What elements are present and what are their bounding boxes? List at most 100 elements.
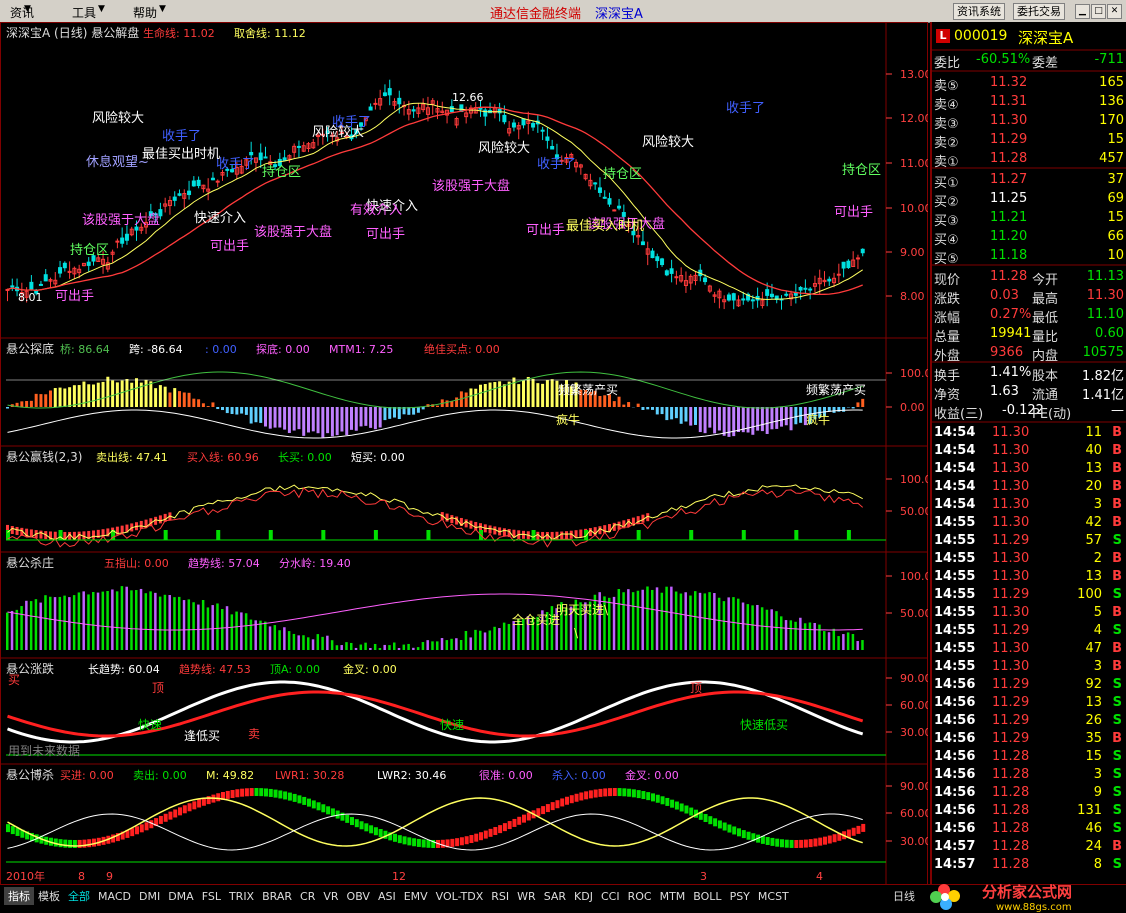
histogram-bar (312, 639, 315, 650)
histogram-bar (307, 637, 310, 650)
y-tick-label: 8.00 (900, 290, 925, 303)
signal-block (579, 530, 582, 538)
histogram-bar (613, 401, 616, 407)
histogram-bar (393, 643, 396, 650)
histogram-bar (231, 614, 234, 650)
histogram-bar (489, 630, 492, 650)
menu-help[interactable]: 帮助 (133, 4, 157, 21)
tab-dmi[interactable]: DMI (135, 889, 164, 904)
histogram-bar (82, 591, 85, 650)
candle (484, 110, 487, 116)
histogram-bar (383, 407, 386, 420)
tab-macd[interactable]: MACD (94, 889, 135, 904)
indicator-value: 长趋势: 60.04 (88, 663, 160, 676)
histogram-bar (742, 603, 745, 650)
signal-block (613, 788, 617, 796)
menu-tools[interactable]: 工具 (72, 4, 96, 21)
tab-vol-tdx[interactable]: VOL-TDX (432, 889, 488, 904)
candle (30, 282, 33, 289)
tab-kdj[interactable]: KDJ (570, 889, 597, 904)
tab-指标[interactable]: 指标 (4, 887, 34, 905)
tab-asi[interactable]: ASI (374, 889, 400, 904)
close-icon[interactable]: ✕ (1107, 4, 1122, 19)
signal-block (708, 816, 712, 824)
histogram-bar (274, 625, 277, 650)
histogram-bar (245, 407, 248, 415)
volume-bar (847, 530, 851, 540)
minimize-icon[interactable]: ▁ (1075, 4, 1090, 19)
site-logo: 分析家公式网 www.88gs.com (924, 880, 1124, 912)
signal-block (775, 839, 779, 847)
candle (622, 213, 625, 217)
tab-模板[interactable]: 模板 (34, 887, 64, 905)
tab-mtm[interactable]: MTM (656, 889, 690, 904)
histogram-bar (684, 592, 687, 650)
histogram-bar (656, 407, 659, 414)
signal-block (245, 788, 249, 796)
tab-rsi[interactable]: RSI (487, 889, 513, 904)
histogram-bar (794, 622, 797, 650)
histogram-bar (369, 407, 372, 428)
histogram-bar (149, 591, 152, 650)
trade-button[interactable]: 委托交易 (1013, 3, 1065, 20)
histogram-bar (125, 587, 128, 650)
chart-annotation: 快速低买 (740, 718, 788, 732)
histogram-bar (818, 625, 821, 650)
candle (250, 152, 253, 154)
tab-emv[interactable]: EMV (400, 889, 432, 904)
chart-annotation: 可出手 (526, 223, 565, 238)
tab-roc[interactable]: ROC (624, 889, 656, 904)
signal-block (59, 839, 63, 847)
histogram-bar (790, 407, 793, 430)
histogram-bar (465, 631, 468, 650)
histogram-bar (245, 613, 248, 650)
histogram-bar (718, 407, 721, 431)
tab-cr[interactable]: CR (296, 889, 319, 904)
histogram-bar (145, 380, 148, 407)
histogram-bar (455, 638, 458, 650)
histogram-bar (321, 637, 324, 650)
indicator-value: 趋势线: 47.53 (179, 662, 251, 676)
chevron-down-icon: ▼ (98, 4, 105, 14)
histogram-bar (159, 385, 162, 407)
tab-vr[interactable]: VR (319, 889, 342, 904)
tab-fsl[interactable]: FSL (198, 889, 225, 904)
news-system-button[interactable]: 资讯系统 (953, 3, 1005, 20)
tab-全部[interactable]: 全部 (64, 887, 94, 905)
tab-wr[interactable]: WR (513, 889, 540, 904)
histogram-bar (264, 407, 267, 427)
tab-psy[interactable]: PSY (726, 889, 754, 904)
histogram-bar (694, 407, 697, 425)
tab-cci[interactable]: CCI (597, 889, 624, 904)
signal-block (675, 802, 679, 810)
period-label[interactable]: 日线 (893, 888, 915, 904)
maximize-icon[interactable]: □ (1091, 4, 1106, 19)
tab-sar[interactable]: SAR (540, 889, 570, 904)
tab-trix[interactable]: TRIX (225, 889, 258, 904)
chart-annotation: 有效介入 (350, 203, 402, 218)
tab-boll[interactable]: BOLL (689, 889, 725, 904)
tab-obv[interactable]: OBV (343, 889, 374, 904)
tab-mcst[interactable]: MCST (754, 889, 793, 904)
indicator-value: 金叉: 0.00 (343, 662, 397, 676)
signal-block (321, 804, 325, 812)
signal-block (608, 788, 612, 796)
histogram-bar (503, 623, 506, 650)
indicator-value: M: 49.82 (206, 769, 254, 782)
signal-block (87, 839, 91, 847)
candle (259, 153, 262, 160)
histogram-bar (49, 597, 52, 650)
tab-dma[interactable]: DMA (164, 889, 198, 904)
indicator-value: 长买: 0.00 (278, 451, 332, 464)
histogram-bar (842, 634, 845, 650)
signal-block (598, 789, 602, 797)
histogram-bar (240, 407, 243, 414)
logo-url: www.88gs.com (996, 902, 1072, 912)
chart-area[interactable]: 深深宝A (日线) 悬公解盘 生命线: 11.02取舍线: 11.12 悬公探底… (0, 22, 928, 888)
signal-block (847, 830, 851, 838)
histogram-bar (297, 407, 300, 429)
histogram-bar (140, 589, 143, 650)
indicator-charts[interactable]: 深深宝A (日线) 悬公解盘 生命线: 11.02取舍线: 11.12 悬公探底… (0, 22, 928, 888)
signal-block (503, 823, 507, 831)
tab-brar[interactable]: BRAR (258, 889, 296, 904)
